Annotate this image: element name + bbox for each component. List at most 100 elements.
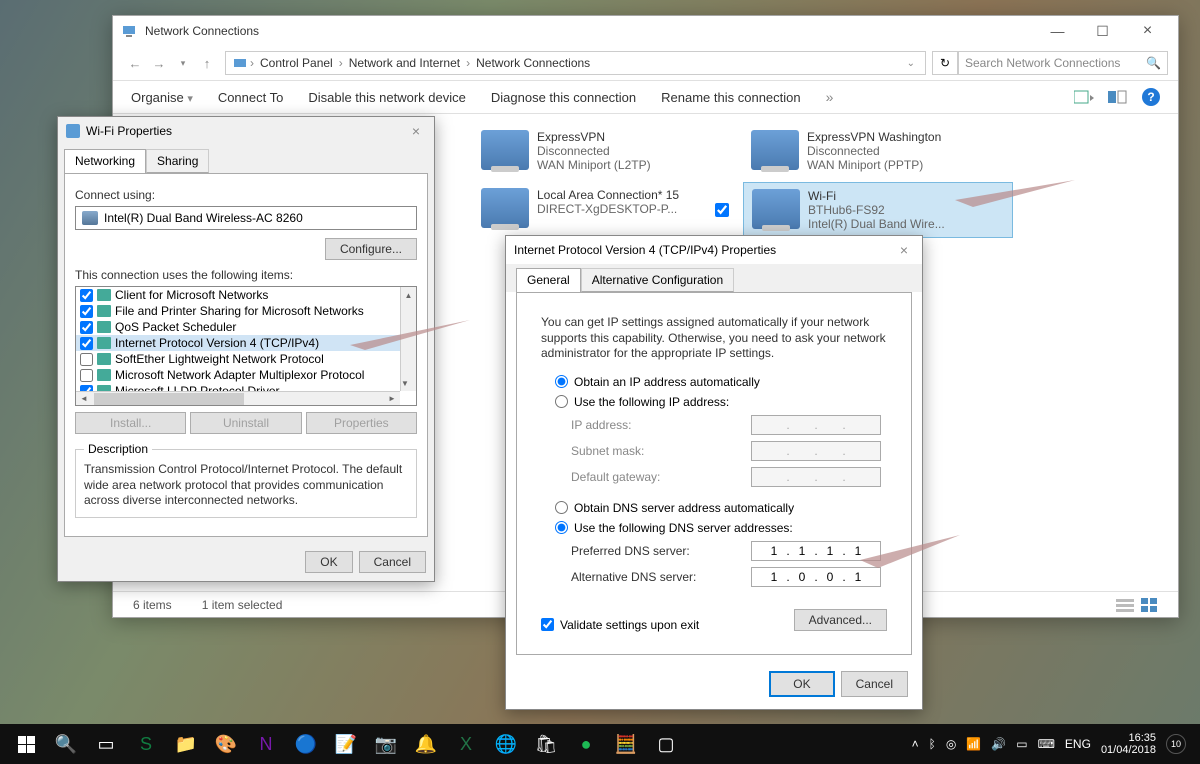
dialog-titlebar[interactable]: Wi-Fi Properties × (58, 117, 434, 145)
close-button[interactable]: × (406, 123, 426, 139)
advanced-button[interactable]: Advanced... (794, 609, 887, 631)
start-button[interactable] (6, 724, 46, 764)
system-tray[interactable]: ˄ ᛒ ◎ 📶 🔊 ▭ ⌨ ENG 16:35 01/04/2018 10 (912, 732, 1194, 756)
refresh-button[interactable]: ↻ (932, 51, 958, 75)
protocol-checkbox[interactable] (80, 321, 93, 334)
tab-sharing[interactable]: Sharing (146, 149, 209, 173)
tab-general[interactable]: General (516, 268, 581, 292)
conn-wifi[interactable]: Wi-Fi BTHub6-FS92 Intel(R) Dual Band Wir… (743, 182, 1013, 238)
tiles-view-icon[interactable] (1140, 597, 1158, 613)
dialog-title: Internet Protocol Version 4 (TCP/IPv4) P… (514, 243, 894, 257)
uninstall-button[interactable]: Uninstall (190, 412, 301, 434)
install-button[interactable]: Install... (75, 412, 186, 434)
clock[interactable]: 16:35 01/04/2018 (1101, 732, 1156, 756)
protocol-item[interactable]: Client for Microsoft Networks (76, 287, 416, 303)
breadcrumb[interactable]: › Control Panel› Network and Internet› N… (225, 51, 926, 75)
diagnose-menu[interactable]: Diagnose this connection (491, 90, 636, 105)
back-button[interactable]: ← (123, 51, 147, 75)
ipv4-properties-dialog: Internet Protocol Version 4 (TCP/IPv4) P… (505, 235, 923, 710)
use-ip-radio[interactable] (555, 395, 568, 408)
view-icon[interactable] (1074, 89, 1094, 105)
close-button[interactable]: × (1125, 17, 1170, 45)
onenote-icon[interactable]: N (246, 724, 286, 764)
connect-to-menu[interactable]: Connect To (218, 90, 284, 105)
obtain-ip-radio[interactable] (555, 375, 568, 388)
protocol-checkbox[interactable] (80, 289, 93, 302)
more-menu[interactable]: » (826, 89, 834, 105)
language-indicator[interactable]: ENG (1065, 737, 1091, 751)
up-button[interactable]: ↑ (195, 51, 219, 75)
protocol-list[interactable]: Client for Microsoft NetworksFile and Pr… (75, 286, 417, 406)
chrome-icon[interactable]: 🔵 (286, 724, 326, 764)
protocol-item[interactable]: QoS Packet Scheduler (76, 319, 416, 335)
calculator-icon[interactable]: 🧮 (606, 724, 646, 764)
tab-networking[interactable]: Networking (64, 149, 146, 173)
rename-menu[interactable]: Rename this connection (661, 90, 800, 105)
bluetooth-icon[interactable]: ᛒ (929, 737, 936, 751)
chevron-down-icon[interactable]: ⌄ (903, 58, 919, 69)
use-dns-radio[interactable] (555, 521, 568, 534)
adapter-icon (752, 189, 800, 229)
conn-expressvpn[interactable]: ExpressVPN Disconnected WAN Miniport (L2… (473, 124, 743, 178)
scrollbar-vertical[interactable]: ▲▼ (400, 287, 416, 391)
folder-icon (232, 55, 248, 71)
search-input[interactable]: Search Network Connections 🔍 (958, 51, 1168, 75)
volume-icon[interactable]: 🔊 (991, 737, 1006, 751)
maximize-button[interactable]: ☐ (1080, 17, 1125, 45)
scrollbar-horizontal[interactable]: ◄► (76, 391, 400, 405)
forward-button[interactable]: → (147, 51, 171, 75)
ok-button[interactable]: OK (769, 671, 834, 697)
minimize-button[interactable]: — (1035, 17, 1080, 45)
protocol-item[interactable]: Microsoft Network Adapter Multiplexor Pr… (76, 367, 416, 383)
bell-icon[interactable]: 🔔 (406, 724, 446, 764)
titlebar[interactable]: Network Connections — ☐ × (113, 16, 1178, 46)
details-view-icon[interactable] (1116, 597, 1134, 613)
tab-alternative[interactable]: Alternative Configuration (581, 268, 734, 292)
help-icon[interactable]: ? (1142, 88, 1160, 106)
conn-expressvpn-washington[interactable]: ExpressVPN Washington Disconnected WAN M… (743, 124, 1013, 178)
app-icon[interactable]: S (126, 724, 166, 764)
preview-icon[interactable] (1108, 89, 1128, 105)
keyboard-icon[interactable]: ⌨ (1038, 737, 1055, 751)
dialog-titlebar[interactable]: Internet Protocol Version 4 (TCP/IPv4) P… (506, 236, 922, 264)
ok-button[interactable]: OK (305, 551, 352, 573)
preferred-dns-input[interactable]: 1.1.1.1 (751, 541, 881, 561)
app-icon[interactable]: ▢ (646, 724, 686, 764)
spotify-icon[interactable]: ● (566, 724, 606, 764)
conn-local-area[interactable]: Local Area Connection* 15 DIRECT-XgDESKT… (473, 182, 743, 238)
protocol-checkbox[interactable] (80, 369, 93, 382)
recent-button[interactable]: ▾ (171, 51, 195, 75)
browser-icon[interactable]: 🌐 (486, 724, 526, 764)
cancel-button[interactable]: Cancel (359, 551, 426, 573)
camera-icon[interactable]: 📷 (366, 724, 406, 764)
organise-menu[interactable]: Organise ▾ (131, 90, 193, 105)
location-icon[interactable]: ◎ (946, 737, 956, 751)
store-icon[interactable]: 🛍 (526, 724, 566, 764)
protocol-checkbox[interactable] (80, 353, 93, 366)
tray-chevron-icon[interactable]: ˄ (912, 737, 919, 751)
protocol-item[interactable]: Internet Protocol Version 4 (TCP/IPv4) (76, 335, 416, 351)
task-view-icon[interactable]: ▭ (86, 724, 126, 764)
validate-checkbox[interactable] (541, 618, 554, 631)
search-icon[interactable]: 🔍 (46, 724, 86, 764)
cancel-button[interactable]: Cancel (841, 671, 908, 697)
alternative-dns-input[interactable]: 1.0.0.1 (751, 567, 881, 587)
excel-icon[interactable]: X (446, 724, 486, 764)
obtain-dns-radio[interactable] (555, 501, 568, 514)
configure-button[interactable]: Configure... (325, 238, 417, 260)
protocol-checkbox[interactable] (80, 305, 93, 318)
protocol-item[interactable]: File and Printer Sharing for Microsoft N… (76, 303, 416, 319)
disable-device-menu[interactable]: Disable this network device (308, 90, 466, 105)
protocol-checkbox[interactable] (80, 337, 93, 350)
close-button[interactable]: × (894, 242, 914, 258)
protocol-item[interactable]: SoftEther Lightweight Network Protocol (76, 351, 416, 367)
properties-button[interactable]: Properties (306, 412, 417, 434)
notes-icon[interactable]: 📝 (326, 724, 366, 764)
explorer-icon[interactable]: 📁 (166, 724, 206, 764)
paint-icon[interactable]: 🎨 (206, 724, 246, 764)
notification-icon[interactable]: 10 (1166, 734, 1186, 754)
wifi-tray-icon[interactable]: 📶 (966, 737, 981, 751)
adapter-field[interactable]: Intel(R) Dual Band Wireless-AC 8260 (75, 206, 417, 230)
conn-checkbox[interactable] (715, 203, 729, 217)
battery-icon[interactable]: ▭ (1016, 737, 1027, 751)
